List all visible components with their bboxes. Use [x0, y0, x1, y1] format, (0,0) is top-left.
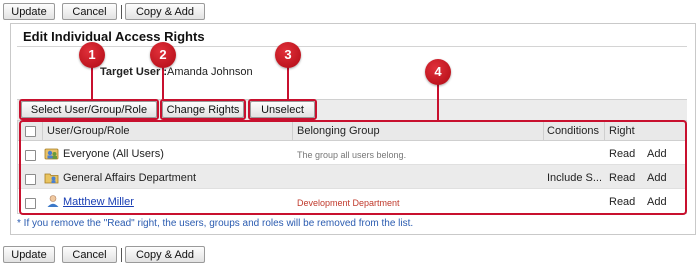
cancel-button[interactable]: Cancel	[62, 3, 117, 20]
removal-note: * If you remove the "Read" right, the us…	[17, 218, 414, 229]
callout-4-table-highlight	[19, 120, 687, 215]
callout-2-button-highlight	[160, 99, 246, 120]
target-user-value: Amanda Johnson	[167, 66, 253, 78]
page-title: Edit Individual Access Rights	[23, 29, 205, 44]
callout-3-button-highlight	[248, 99, 317, 120]
update-button[interactable]: Update	[3, 246, 55, 263]
callout-badge-1: 1	[79, 42, 105, 68]
callout-badge-4: 4	[425, 59, 451, 85]
separator	[121, 248, 122, 262]
copy-add-button[interactable]: Copy & Add	[125, 246, 205, 263]
callout-badge-2: 2	[150, 42, 176, 68]
callout-badge-3: 3	[275, 42, 301, 68]
separator	[121, 5, 122, 19]
cancel-button[interactable]: Cancel	[62, 246, 117, 263]
callout-2-leader	[162, 66, 164, 99]
callout-1-button-highlight	[19, 99, 159, 120]
update-button[interactable]: Update	[3, 3, 55, 20]
copy-add-button[interactable]: Copy & Add	[125, 3, 205, 20]
callout-1-leader	[91, 66, 93, 99]
callout-3-leader	[287, 66, 289, 99]
callout-4-leader	[437, 82, 439, 120]
target-user-label: Target User :	[100, 66, 168, 78]
title-divider	[17, 46, 687, 47]
